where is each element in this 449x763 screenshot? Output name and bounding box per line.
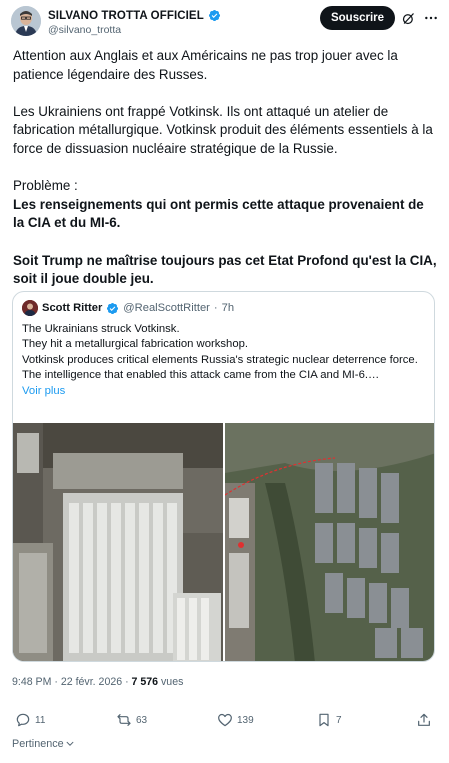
quoted-author-handle: @RealScottRitter <box>123 302 210 314</box>
quoted-verified-badge-icon <box>107 302 119 314</box>
tweet-body: Attention aux Anglais et aux Américains … <box>13 47 438 289</box>
tweet-paragraph-3-label: Problème : <box>13 178 78 194</box>
quoted-separator: · <box>213 302 218 314</box>
quoted-tweet[interactable]: Scott Ritter @RealScottRitter · 7h The U… <box>12 291 435 662</box>
quoted-line-1: The Ukrainians struck Votkinsk. <box>22 323 180 335</box>
author-name-row: SILVANO TROTTA OFFICIEL <box>48 8 221 23</box>
bookmark-count: 7 <box>336 714 342 726</box>
grok-icon[interactable] <box>401 11 416 26</box>
quoted-line-4: The intelligence that enabled this attac… <box>22 369 380 382</box>
reply-count: 11 <box>35 714 46 726</box>
views-label: vues <box>158 676 184 688</box>
author-avatar[interactable] <box>11 6 41 36</box>
quoted-media <box>13 423 434 661</box>
bookmark-icon <box>319 713 329 727</box>
bookmark-button[interactable]: 7 <box>316 712 342 728</box>
subscribe-button[interactable]: Souscrire <box>320 6 395 30</box>
verified-badge-icon <box>208 9 220 22</box>
quoted-author-name: Scott Ritter <box>42 302 103 314</box>
repost-count: 63 <box>136 714 148 726</box>
repost-icon <box>117 714 131 726</box>
reply-icon <box>16 713 30 727</box>
views-count: 7 576 <box>131 676 159 688</box>
quoted-line-3: Votkinsk produces critical elements Russ… <box>22 353 418 366</box>
quoted-author-avatar <box>22 300 38 316</box>
quoted-time: 7h <box>221 302 235 314</box>
reply-button[interactable]: 11 <box>15 712 45 728</box>
satellite-image-left[interactable] <box>13 423 223 661</box>
heart-icon <box>218 713 232 727</box>
tweet-paragraph-2: Les Ukrainiens ont frappé Votkinsk. Ils … <box>13 103 433 156</box>
more-icon[interactable] <box>423 10 439 26</box>
author-name[interactable]: SILVANO TROTTA OFFICIEL <box>48 10 204 22</box>
tweet-timestamp[interactable]: 9:48 PM · 22 févr. 2026 · <box>12 676 132 688</box>
quoted-tweet-body: The Ukrainians struck Votkinsk. They hit… <box>22 322 426 399</box>
share-icon <box>418 713 430 726</box>
share-button[interactable] <box>416 712 432 728</box>
reply-sort-selector[interactable]: Pertinence <box>12 738 75 750</box>
tweet-meta: 9:48 PM · 22 févr. 2026 · 7 576 vues <box>12 676 183 688</box>
tweet-paragraph-4-bold: Soit Trump ne maîtrise toujours pas cet … <box>13 252 437 287</box>
quoted-tweet-header: Scott Ritter @RealScottRitter · 7h <box>22 300 234 316</box>
repost-button[interactable]: 63 <box>116 712 147 728</box>
like-button[interactable]: 139 <box>217 712 254 728</box>
satellite-image-right[interactable] <box>225 423 434 661</box>
tweet-header: SILVANO TROTTA OFFICIEL @silvano_trotta … <box>0 0 449 44</box>
tweet-paragraph-3-bold: Les renseignements qui ont permis cette … <box>13 196 424 231</box>
like-count: 139 <box>237 714 254 726</box>
quoted-line-2: They hit a metallurgical fabrication wor… <box>22 338 249 351</box>
sort-label: Pertinence <box>12 738 64 750</box>
chevron-down-icon <box>66 741 74 746</box>
author-handle[interactable]: @silvano_trotta <box>48 24 121 36</box>
tweet-paragraph-1: Attention aux Anglais et aux Américains … <box>13 48 398 82</box>
show-more-link[interactable]: Voir plus <box>22 384 426 399</box>
action-bar: 11 63 139 7 <box>0 712 449 732</box>
